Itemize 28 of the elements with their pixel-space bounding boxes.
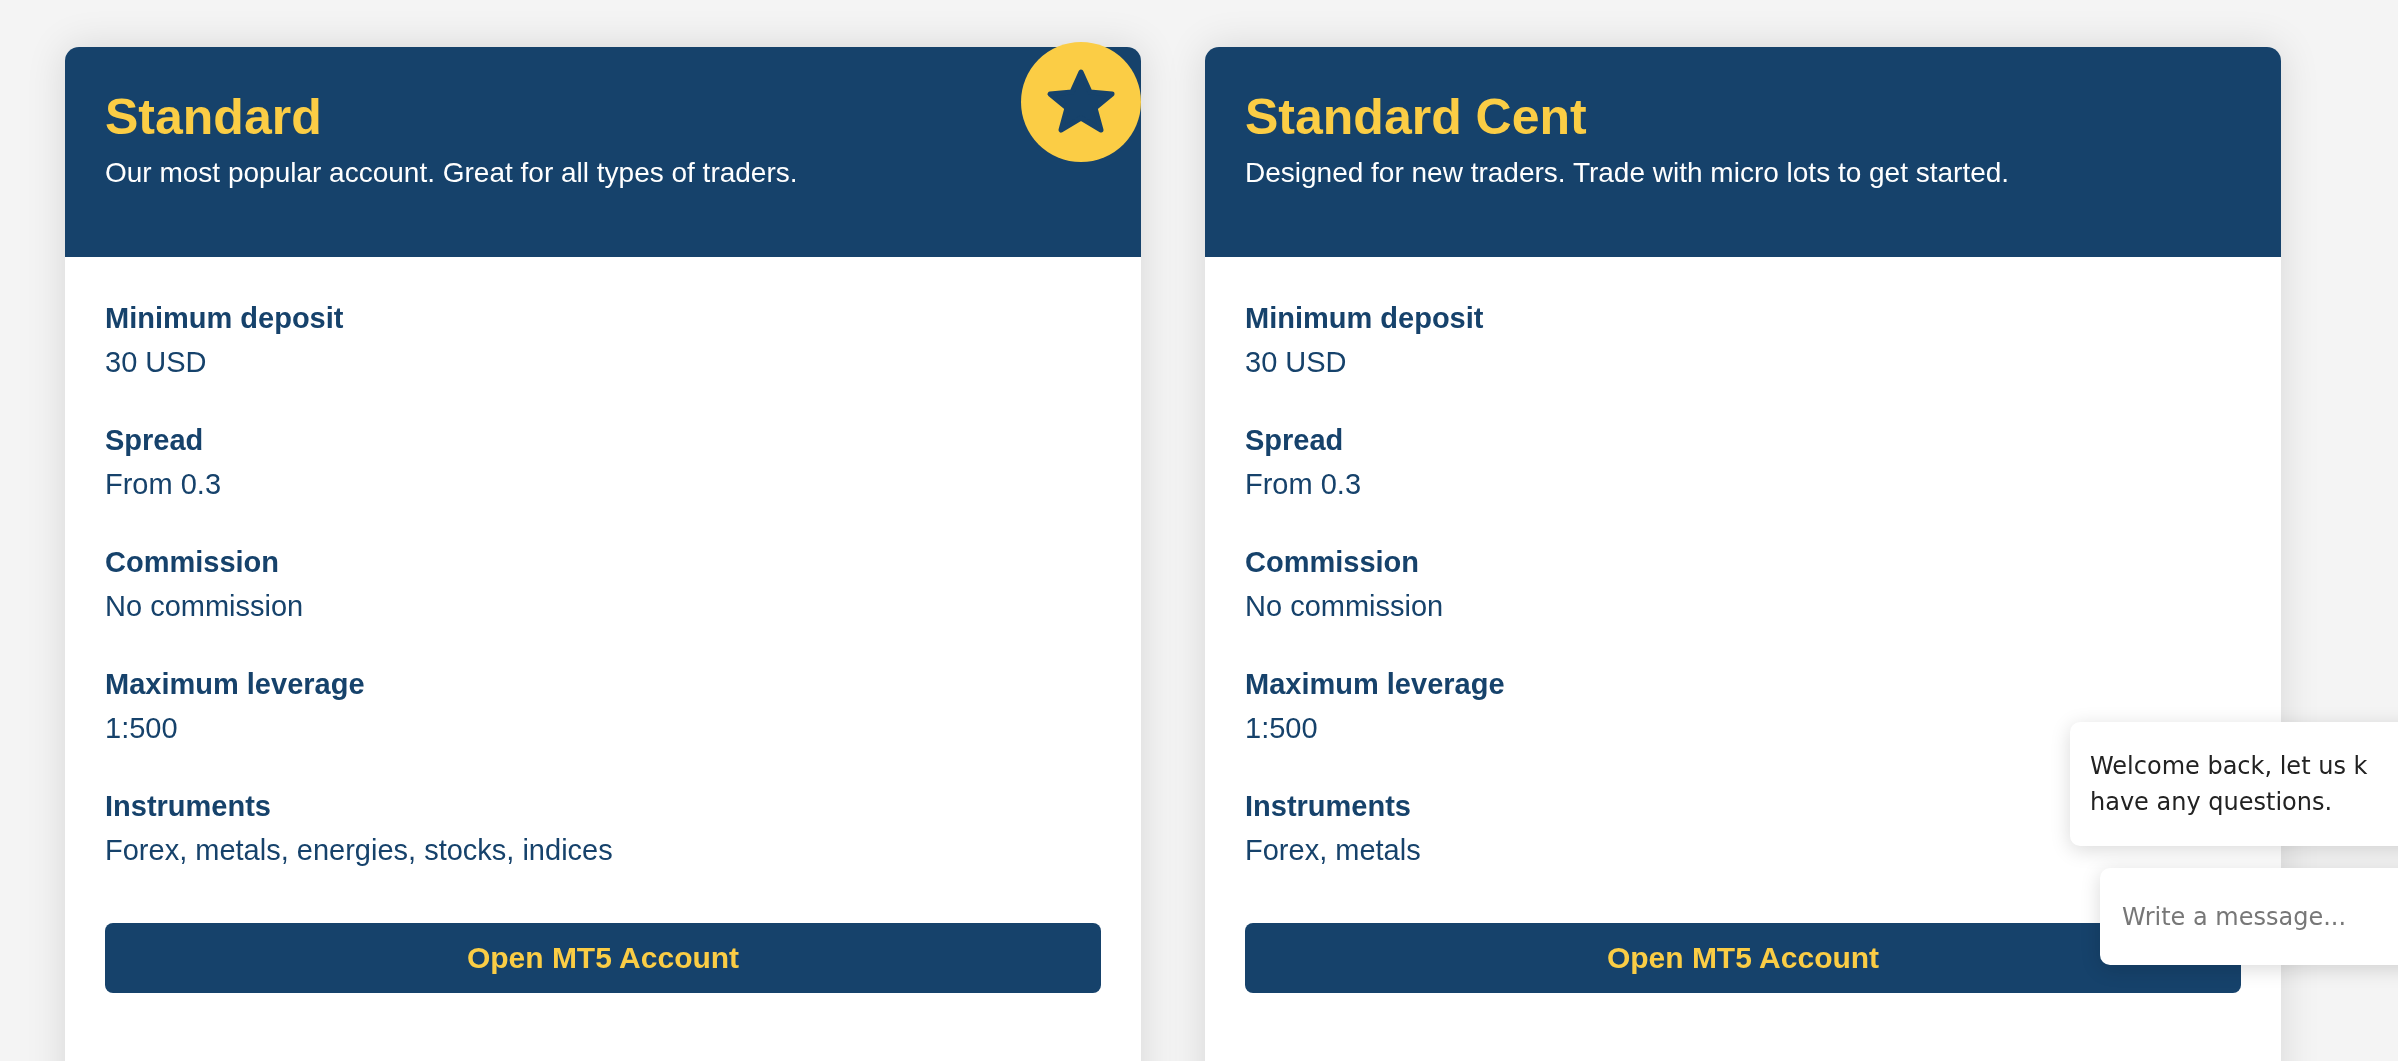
spec-label: Maximum leverage [1245, 667, 1505, 702]
spec-label: Spread [1245, 423, 1344, 458]
spec-value: From 0.3 [105, 467, 222, 502]
spec-value: No commission [1245, 589, 1444, 624]
spec-label: Instruments [105, 789, 271, 824]
spec-label: Spread [105, 423, 204, 458]
open-account-button[interactable]: Open MT5 Account [105, 923, 1101, 993]
spec-value: Forex, metals [1245, 833, 1421, 868]
spec-value: Forex, metals, energies, stocks, indices [105, 833, 613, 868]
spec-value: 30 USD [1245, 345, 1347, 380]
card-subtitle: Designed for new traders. Trade with micro lots to get started. [1245, 156, 2011, 190]
card-title: Standard [105, 88, 323, 147]
chat-message-line: Welcome back, let us k [2090, 751, 2369, 782]
spec-value: 30 USD [105, 345, 207, 380]
spec-value: From 0.3 [1245, 467, 1362, 502]
message-field[interactable]: Write a message... [2100, 868, 2398, 965]
spec-label: Commission [1245, 545, 1420, 580]
spec-value: 1:500 [105, 711, 178, 746]
spec-label: Instruments [1245, 789, 1411, 824]
card-subtitle: Our most popular account. Great for all types of traders. [105, 156, 799, 190]
spec-label: Commission [105, 545, 280, 580]
spec-label: Maximum leverage [105, 667, 365, 702]
spec-value: No commission [105, 589, 304, 624]
spec-value: 1:500 [1245, 711, 1318, 746]
spec-label: Minimum deposit [1245, 301, 1484, 336]
card-title: Standard Cent [1245, 88, 1588, 147]
spec-label: Minimum deposit [105, 301, 344, 336]
chat-message-line: have any questions. [2090, 787, 2334, 818]
